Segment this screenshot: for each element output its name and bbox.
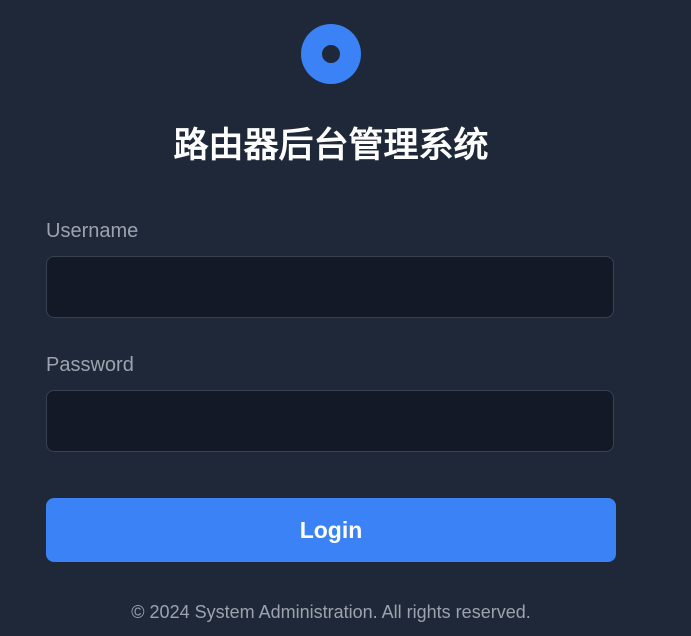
- username-label: Username: [46, 220, 139, 242]
- circle-logo-icon: [301, 24, 361, 84]
- password-label: Password: [46, 354, 134, 376]
- login-button[interactable]: Login: [46, 498, 616, 562]
- username-input[interactable]: [46, 256, 614, 318]
- footer-copyright: © 2024 System Administration. All rights…: [131, 602, 531, 622]
- logo-center: [322, 45, 340, 63]
- page-title: 路由器后台管理系统: [173, 126, 489, 166]
- password-input[interactable]: [46, 390, 614, 452]
